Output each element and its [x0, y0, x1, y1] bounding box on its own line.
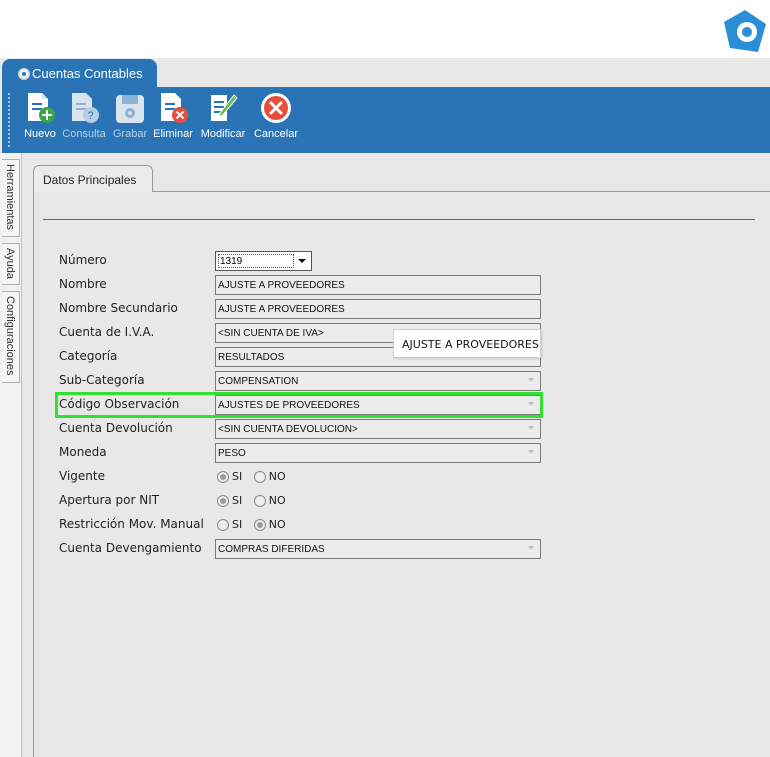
- modificar-label: Modificar: [200, 128, 246, 140]
- query-document-icon: ?: [72, 93, 99, 123]
- codigo-observacion-select[interactable]: AJUSTES DE PROVEEDORES: [215, 395, 541, 415]
- cuenta-devengamiento-label: Cuenta Devengamiento: [59, 541, 202, 555]
- cuenta-devolucion-label: Cuenta Devolución: [59, 421, 173, 435]
- moneda-value: PESO: [218, 448, 246, 459]
- radio-unchecked-icon[interactable]: [253, 495, 266, 507]
- vigente-label: Vigente: [59, 469, 105, 483]
- vigente-no-label: NO: [268, 470, 286, 483]
- restriccion-no-label: NO: [268, 518, 286, 531]
- moneda-label: Moneda: [59, 445, 107, 459]
- restriccion-si-label: SI: [232, 518, 243, 531]
- vigente-si-label: SI: [232, 470, 243, 483]
- side-tab-ayuda-label: Ayuda: [4, 248, 16, 279]
- chevron-down-icon[interactable]: [294, 253, 310, 269]
- vigente-radio-group: SI NO: [217, 470, 294, 483]
- tooltip: AJUSTE A PROVEEDORES: [393, 329, 541, 358]
- nombre-secundario-field[interactable]: AJUSTE A PROVEEDORES: [215, 299, 541, 319]
- apertura-nit-si-label: SI: [232, 494, 243, 507]
- radio-unchecked-icon[interactable]: [253, 471, 266, 483]
- cuenta-devolucion-value: <SIN CUENTA DEVOLUCION>: [218, 424, 358, 435]
- apertura-nit-si-option[interactable]: SI: [217, 494, 242, 507]
- cancelar-button[interactable]: Cancelar: [252, 91, 300, 140]
- side-tab-configuraciones-label: Configuraciones: [4, 296, 16, 376]
- toolbar: Nuevo ? Consulta Grabar Eliminar Modific…: [2, 87, 770, 153]
- toolbar-grip[interactable]: [8, 93, 11, 147]
- vigente-si-option[interactable]: SI: [217, 470, 242, 483]
- new-document-icon: [28, 93, 55, 123]
- delete-document-icon: [161, 93, 188, 123]
- codigo-observacion-value: AJUSTES DE PROVEEDORES: [218, 400, 360, 411]
- restriccion-si-option[interactable]: SI: [217, 518, 242, 531]
- modificar-button[interactable]: Modificar: [198, 91, 248, 140]
- side-tab-configuraciones[interactable]: Configuraciones: [2, 291, 20, 383]
- numero-select[interactable]: 1319: [215, 251, 312, 271]
- eliminar-label: Eliminar: [153, 128, 193, 140]
- cuenta-iva-label: Cuenta de I.V.A.: [59, 325, 155, 339]
- radio-checked-icon[interactable]: [217, 471, 229, 483]
- consulta-button[interactable]: ? Consulta: [61, 91, 107, 140]
- cuenta-devengamiento-value: COMPRAS DIFERIDAS: [218, 544, 325, 555]
- radio-checked-icon[interactable]: [253, 519, 266, 531]
- numero-label: Número: [59, 253, 107, 267]
- window-tab-cuentas-contables[interactable]: Cuentas Contables: [2, 59, 157, 87]
- restriccion-no-option[interactable]: NO: [253, 518, 286, 531]
- consulta-label: Consulta: [62, 128, 106, 140]
- tab-datos-principales[interactable]: Datos Principales: [33, 165, 153, 192]
- nuevo-label: Nuevo: [24, 128, 56, 140]
- app-logo-icon: [724, 10, 766, 52]
- chevron-down-icon[interactable]: [528, 426, 534, 430]
- svg-text:?: ?: [88, 110, 94, 122]
- cancelar-label: Cancelar: [253, 128, 299, 140]
- cuenta-devengamiento-select[interactable]: COMPRAS DIFERIDAS: [215, 539, 541, 559]
- chevron-down-icon[interactable]: [528, 402, 534, 406]
- grabar-button[interactable]: Grabar: [111, 91, 149, 140]
- chevron-down-icon[interactable]: [528, 378, 534, 382]
- side-tab-ayuda[interactable]: Ayuda: [2, 243, 20, 285]
- restriccion-radio-group: SI NO: [217, 518, 294, 531]
- tab-status-icon: [18, 68, 30, 80]
- radio-checked-icon[interactable]: [217, 495, 229, 507]
- nombre-field[interactable]: AJUSTE A PROVEEDORES: [215, 275, 541, 295]
- apertura-nit-no-label: NO: [268, 494, 286, 507]
- apertura-nit-radio-group: SI NO: [217, 494, 294, 507]
- cuenta-devolucion-select[interactable]: <SIN CUENTA DEVOLUCION>: [215, 419, 541, 439]
- grabar-label: Grabar: [112, 128, 148, 140]
- cuenta-iva-value: <SIN CUENTA DE IVA>: [218, 328, 324, 339]
- chevron-down-icon[interactable]: [528, 450, 534, 454]
- radio-unchecked-icon[interactable]: [217, 519, 229, 531]
- sub-categoria-value: COMPENSATION: [218, 376, 299, 387]
- window-tab-title: Cuentas Contables: [32, 66, 143, 81]
- chevron-down-icon[interactable]: [528, 546, 534, 550]
- side-panel: Herramientas Ayuda Configuraciones: [0, 153, 22, 757]
- top-strip: [0, 0, 770, 58]
- apertura-nit-no-option[interactable]: NO: [253, 494, 286, 507]
- categoria-label: Categoría: [59, 349, 118, 363]
- vigente-no-option[interactable]: NO: [253, 470, 286, 483]
- section-divider: [43, 219, 755, 220]
- cancel-circle-icon: [261, 93, 291, 123]
- nombre-label: Nombre: [59, 277, 107, 291]
- nombre-secundario-label: Nombre Secundario: [59, 301, 178, 315]
- side-tab-herramientas-label: Herramientas: [4, 164, 16, 231]
- edit-document-icon: [211, 94, 238, 121]
- apertura-nit-label: Apertura por NIT: [59, 493, 160, 507]
- sub-categoria-select[interactable]: COMPENSATION: [215, 371, 541, 391]
- moneda-select[interactable]: PESO: [215, 443, 541, 463]
- eliminar-button[interactable]: Eliminar: [152, 91, 194, 140]
- codigo-observacion-label: Código Observación: [59, 397, 180, 411]
- side-tab-herramientas[interactable]: Herramientas: [2, 159, 20, 237]
- restriccion-label: Restricción Mov. Manual: [59, 517, 204, 531]
- nuevo-button[interactable]: Nuevo: [22, 91, 58, 140]
- sub-categoria-label: Sub-Categoría: [59, 373, 145, 387]
- save-disk-icon: [116, 95, 144, 123]
- numero-value: 1319: [218, 254, 294, 268]
